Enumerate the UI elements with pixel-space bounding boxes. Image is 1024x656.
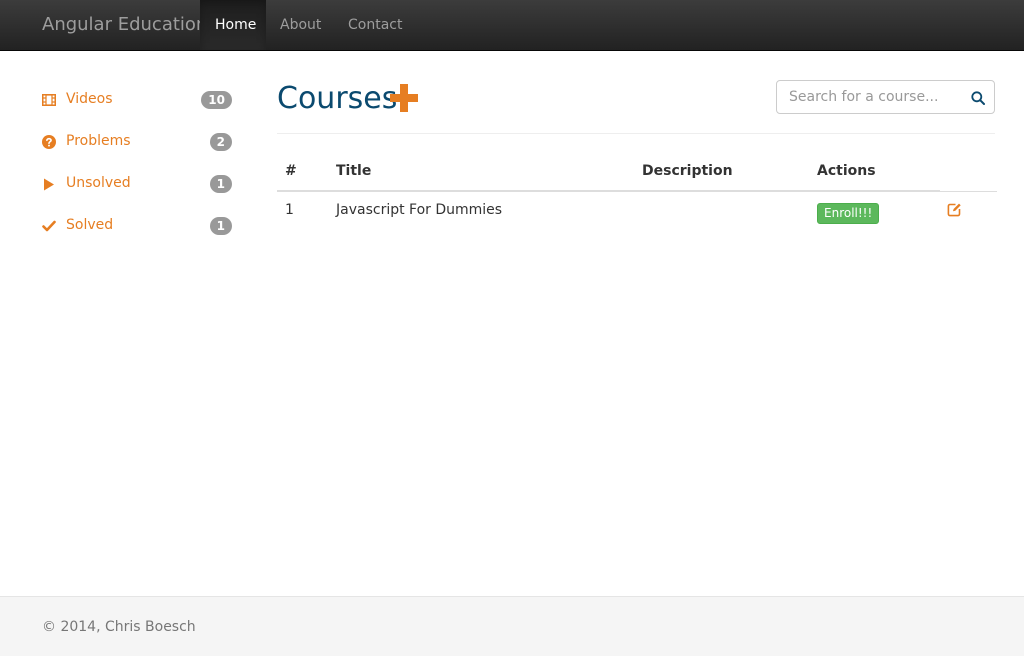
search-icon[interactable] (968, 88, 988, 108)
sidebar-item-videos[interactable]: Videos 10 (42, 80, 232, 122)
search-input[interactable] (777, 81, 962, 113)
column-header-title: Title (336, 163, 372, 179)
footer: © 2014, Chris Boesch (0, 596, 1024, 656)
play-icon (42, 177, 56, 191)
sidebar-item-label: Problems (66, 133, 131, 149)
sidebar-item-solved[interactable]: Solved 1 (42, 206, 232, 248)
plus-icon[interactable] (389, 83, 419, 113)
edit-icon[interactable] (947, 202, 962, 217)
brand-link[interactable]: Angular Education (42, 0, 207, 50)
copyright-text: © 2014, Chris Boesch (42, 619, 196, 635)
row-number: 1 (285, 202, 294, 218)
top-navbar: Angular Education Home About Contact (0, 0, 1024, 51)
row-title: Javascript For Dummies (336, 202, 503, 218)
sidebar: Videos 10 Problems 2 Unsolved 1 Solved 1 (42, 80, 232, 248)
header-divider (277, 133, 995, 134)
nav-about[interactable]: About (265, 0, 336, 50)
page-title: Courses (277, 81, 398, 116)
enroll-button[interactable]: Enroll!!! (817, 203, 880, 224)
count-badge: 1 (209, 217, 232, 235)
search-box (776, 80, 995, 114)
count-badge: 1 (209, 175, 232, 193)
column-header-number: # (285, 163, 297, 179)
header-divider (277, 190, 940, 192)
sidebar-item-label: Unsolved (66, 175, 131, 191)
film-icon (42, 93, 56, 107)
count-badge: 2 (209, 133, 232, 151)
column-header-description: Description (642, 163, 733, 179)
sidebar-item-label: Videos (66, 91, 113, 107)
column-header-actions: Actions (817, 163, 876, 179)
header-divider (940, 191, 997, 192)
sidebar-item-unsolved[interactable]: Unsolved 1 (42, 164, 232, 206)
count-badge: 10 (201, 91, 232, 109)
nav-home[interactable]: Home (200, 0, 266, 50)
checkmark-icon (42, 219, 56, 233)
question-circle-icon (42, 135, 56, 149)
nav-contact[interactable]: Contact (333, 0, 417, 50)
sidebar-item-problems[interactable]: Problems 2 (42, 122, 232, 164)
sidebar-item-label: Solved (66, 217, 114, 233)
